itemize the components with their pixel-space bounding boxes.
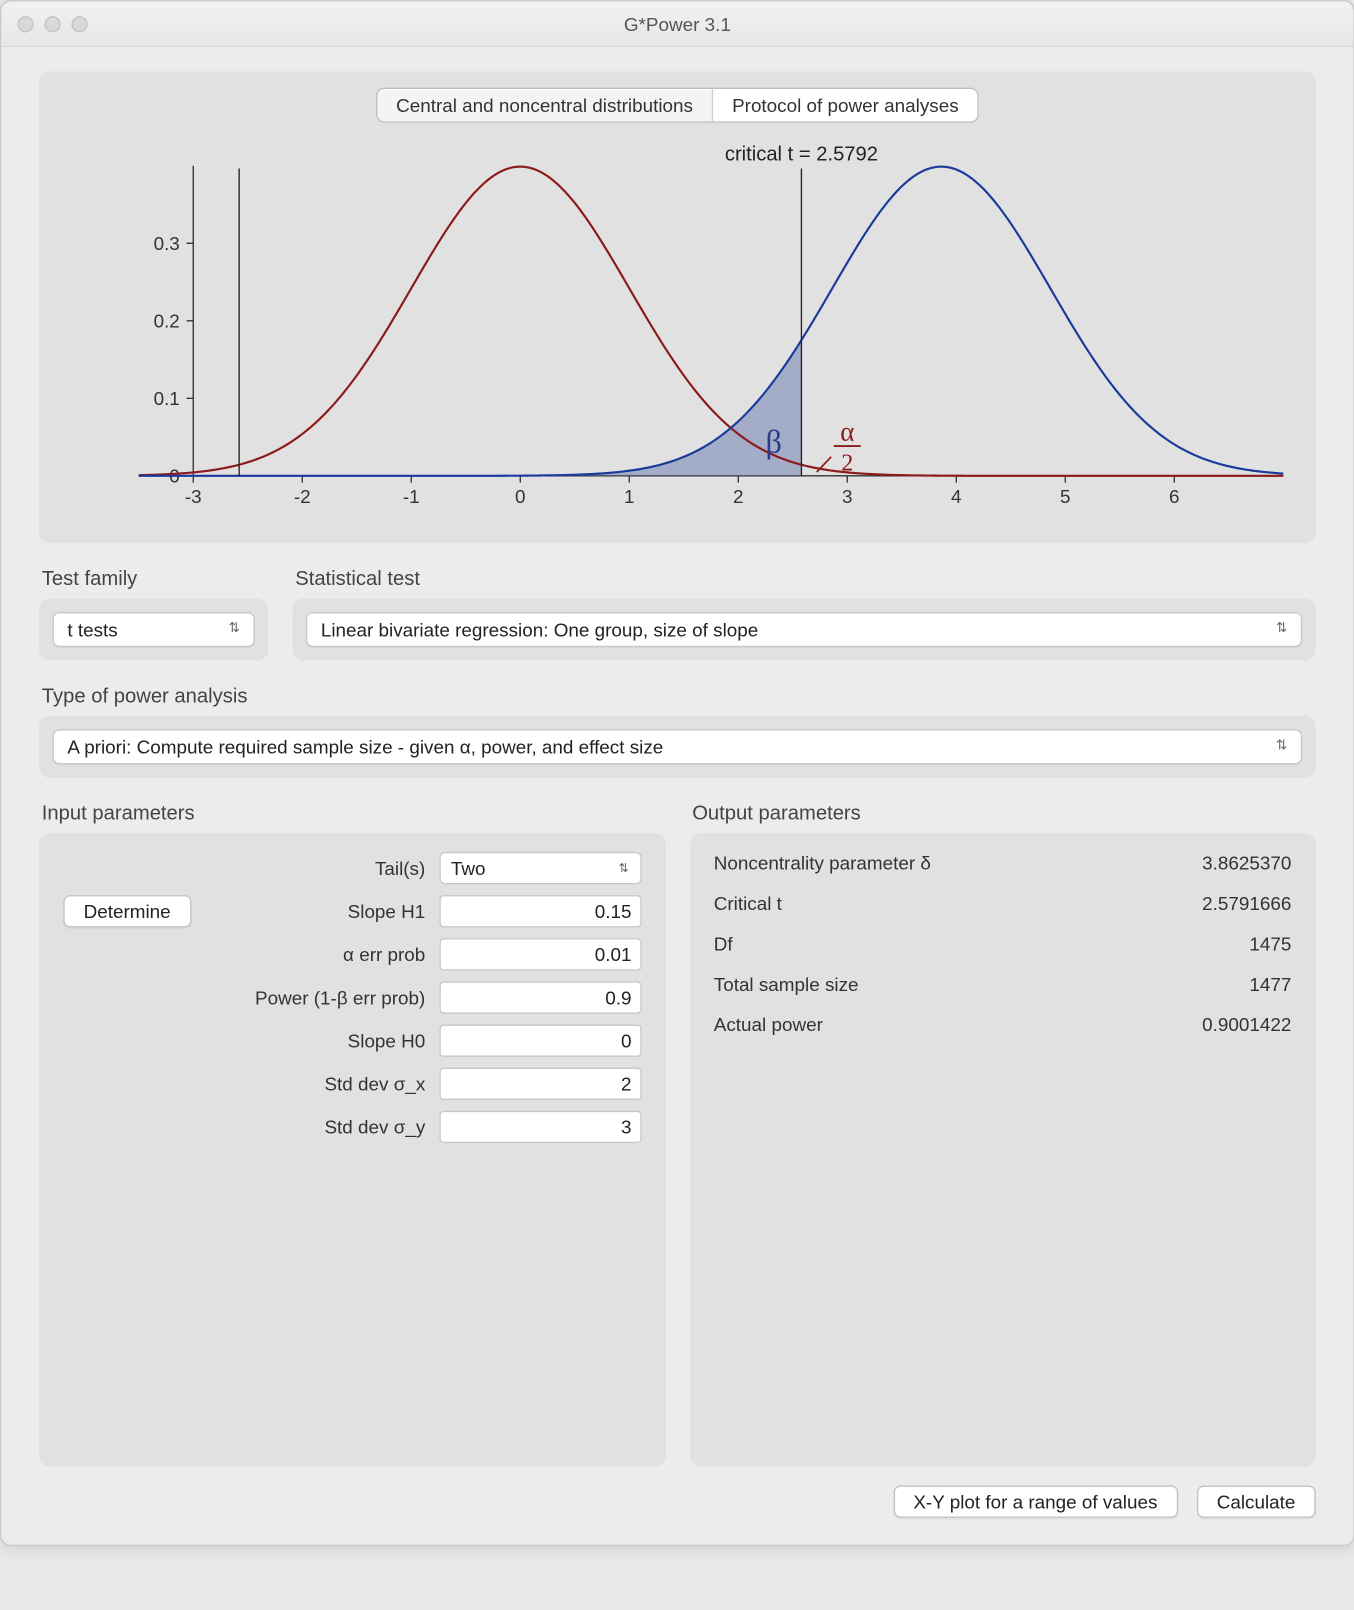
app-window: G*Power 3.1 Central and noncentral distr… xyxy=(0,0,1354,1546)
sdy-label: Std dev σ_y xyxy=(63,1116,425,1138)
calculate-button[interactable]: Calculate xyxy=(1197,1485,1316,1517)
alpha-label: α err prob xyxy=(63,944,425,966)
determine-button[interactable]: Determine xyxy=(63,895,191,927)
tails-value: Two xyxy=(451,857,486,879)
test-family-value: t tests xyxy=(67,619,117,641)
close-icon[interactable] xyxy=(18,16,34,32)
sdx-label: Std dev σ_x xyxy=(63,1073,425,1095)
svg-text:-3: -3 xyxy=(185,486,202,507)
statistical-test-select[interactable]: Linear bivariate regression: One group, … xyxy=(306,612,1302,647)
svg-text:2: 2 xyxy=(733,486,743,507)
titlebar: G*Power 3.1 xyxy=(1,1,1353,47)
statistical-test-label: Statistical test xyxy=(295,568,1315,591)
tab-protocol[interactable]: Protocol of power analyses xyxy=(712,89,978,121)
n-value: 1477 xyxy=(1202,973,1291,995)
slope-h0-label: Slope H0 xyxy=(63,1030,425,1052)
statistical-test-value: Linear bivariate regression: One group, … xyxy=(321,619,758,641)
sdx-input[interactable] xyxy=(439,1068,641,1100)
svg-text:1: 1 xyxy=(624,486,634,507)
n-label: Total sample size xyxy=(714,973,1175,995)
svg-text:β: β xyxy=(766,424,782,460)
crit-t-label: Critical t xyxy=(714,892,1175,914)
distribution-chart: -3-2-1012345600.10.20.3critical t = 2.57… xyxy=(58,133,1297,524)
view-tabs: Central and noncentral distributions Pro… xyxy=(376,88,979,123)
output-heading: Output parameters xyxy=(692,802,1315,825)
xy-plot-button[interactable]: X-Y plot for a range of values xyxy=(893,1485,1178,1517)
power-input[interactable] xyxy=(439,981,641,1013)
chevron-updown-icon: ⇅ xyxy=(1276,741,1287,752)
power-label: Power (1-β err prob) xyxy=(63,987,425,1009)
slope-h1-label: Slope H1 xyxy=(225,900,425,922)
window-controls xyxy=(18,16,88,32)
ncp-value: 3.8625370 xyxy=(1202,852,1291,874)
test-family-select[interactable]: t tests ⇅ xyxy=(53,612,255,647)
actual-power-value: 0.9001422 xyxy=(1202,1014,1291,1036)
svg-text:-2: -2 xyxy=(294,486,311,507)
window-title: G*Power 3.1 xyxy=(1,13,1353,35)
svg-text:α: α xyxy=(840,417,854,447)
chevron-updown-icon: ⇅ xyxy=(229,624,240,635)
tails-select[interactable]: Two ⇅ xyxy=(439,852,641,884)
svg-text:0.3: 0.3 xyxy=(154,233,180,254)
chevron-updown-icon: ⇅ xyxy=(619,863,629,874)
chart-panel: Central and noncentral distributions Pro… xyxy=(39,71,1316,543)
analysis-type-value: A priori: Compute required sample size -… xyxy=(67,736,663,758)
tails-label: Tail(s) xyxy=(63,857,425,879)
svg-text:critical t = 2.5792: critical t = 2.5792 xyxy=(725,143,878,165)
chevron-updown-icon: ⇅ xyxy=(1276,624,1287,635)
slope-h1-input[interactable] xyxy=(439,895,641,927)
svg-text:-1: -1 xyxy=(403,486,420,507)
ncp-label: Noncentrality parameter δ xyxy=(714,852,1175,874)
svg-text:0: 0 xyxy=(515,486,525,507)
svg-text:4: 4 xyxy=(951,486,961,507)
svg-text:2: 2 xyxy=(841,449,853,476)
actual-power-label: Actual power xyxy=(714,1014,1175,1036)
svg-text:5: 5 xyxy=(1060,486,1070,507)
input-heading: Input parameters xyxy=(42,802,665,825)
input-parameters-panel: Tail(s) Two ⇅ Determine Slope H1 α err p… xyxy=(39,833,665,1467)
svg-text:0.1: 0.1 xyxy=(154,388,180,409)
alpha-input[interactable] xyxy=(439,938,641,970)
sdy-input[interactable] xyxy=(439,1111,641,1143)
df-label: Df xyxy=(714,933,1175,955)
minimize-icon[interactable] xyxy=(44,16,60,32)
df-value: 1475 xyxy=(1202,933,1291,955)
tab-distributions[interactable]: Central and noncentral distributions xyxy=(377,89,712,121)
slope-h0-input[interactable] xyxy=(439,1024,641,1056)
analysis-type-label: Type of power analysis xyxy=(42,685,1316,708)
zoom-icon[interactable] xyxy=(71,16,87,32)
svg-text:6: 6 xyxy=(1169,486,1179,507)
svg-text:3: 3 xyxy=(842,486,852,507)
test-family-label: Test family xyxy=(42,568,268,591)
output-parameters-panel: Noncentrality parameter δ 3.8625370 Crit… xyxy=(690,833,1316,1467)
analysis-type-select[interactable]: A priori: Compute required sample size -… xyxy=(53,729,1303,764)
crit-t-value: 2.5791666 xyxy=(1202,892,1291,914)
svg-text:0.2: 0.2 xyxy=(154,311,180,332)
